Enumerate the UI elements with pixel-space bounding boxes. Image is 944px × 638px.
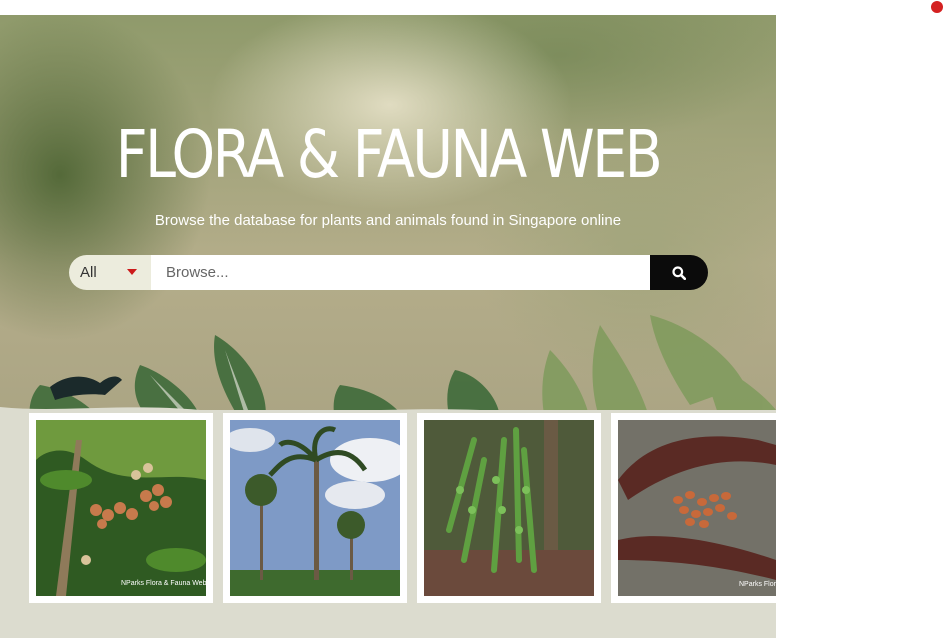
notification-dot [931, 1, 943, 13]
seed-pods-photo [618, 420, 776, 596]
search-input[interactable] [151, 255, 650, 290]
hero-subtitle: Browse the database for plants and anima… [154, 212, 622, 229]
fruiting-shrub-photo [36, 420, 206, 596]
site-title: FLORA & FAUNA WEB [115, 116, 663, 193]
category-selected-value: All [80, 264, 97, 281]
hero-banner: FLORA & FAUNA WEB Browse the database fo… [0, 15, 776, 638]
gallery-card[interactable]: NParks Flora & Fauna Web [29, 413, 213, 603]
palm-trees-photo [230, 420, 400, 596]
fern-photo [424, 420, 594, 596]
photo-watermark: NParks Flora & Fauna Web [121, 580, 207, 587]
caret-down-icon [127, 269, 137, 275]
search-icon [672, 265, 686, 280]
gallery-card[interactable] [417, 413, 601, 603]
category-select[interactable]: All [69, 255, 151, 290]
gallery-card[interactable] [223, 413, 407, 603]
photo-watermark: NParks Flor [739, 581, 776, 588]
search-button[interactable] [650, 255, 708, 290]
search-bar: All [69, 255, 708, 290]
gallery-card[interactable]: NParks Flor [611, 413, 776, 603]
butterfly-icon [50, 376, 122, 400]
